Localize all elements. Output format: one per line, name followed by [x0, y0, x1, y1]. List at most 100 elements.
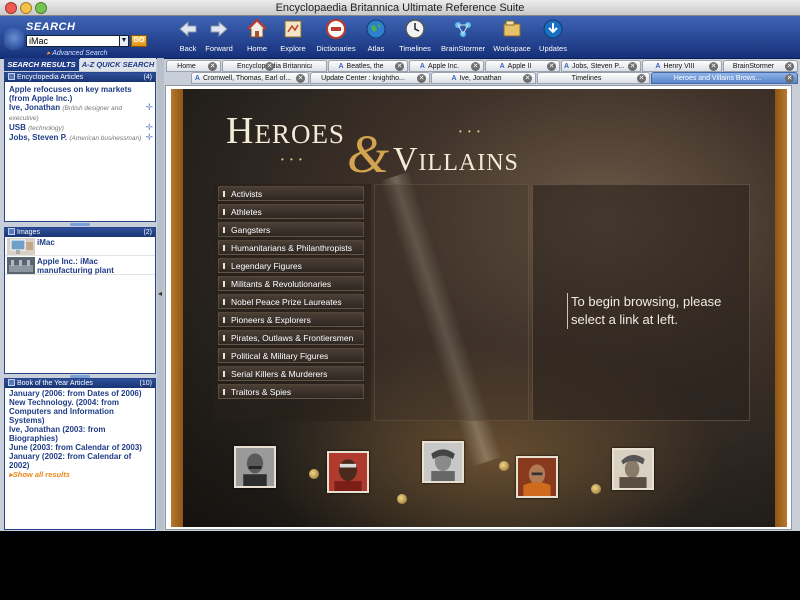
article-link[interactable]: USB: [9, 123, 26, 132]
yearbook-article-link[interactable]: January (2006: from Dates of 2006): [5, 389, 155, 398]
article-link[interactable]: Apple refocuses on key markets (from App…: [9, 85, 132, 103]
tab-ive-jonathan[interactable]: A Ive, Jonathan ✕: [431, 72, 536, 84]
yearbook-article-link[interactable]: New Technology. (2004: from Computers an…: [5, 398, 155, 425]
close-tab-icon[interactable]: ✕: [785, 62, 794, 71]
tab-update-center[interactable]: Update Center : knightho... ✕: [310, 72, 430, 84]
portrait-5[interactable]: [612, 448, 654, 490]
category-gangsters[interactable]: Gangsters: [218, 222, 364, 237]
tab-heroes-and-villains[interactable]: Heroes and Villains Brows... ✕: [651, 72, 798, 84]
imac-thumbnail[interactable]: [7, 238, 35, 255]
title-bar: Encyclopaedia Britannica Ultimate Refere…: [0, 0, 800, 16]
list-item[interactable]: Apple refocuses on key markets (from App…: [5, 85, 155, 103]
category-pioneers[interactable]: Pioneers & Explorers: [218, 312, 364, 327]
tab-search-results[interactable]: SEARCH RESULTS: [4, 58, 79, 71]
search-input[interactable]: [26, 35, 121, 47]
article-link[interactable]: Jobs, Steven P.: [9, 133, 67, 142]
result-count: (10): [139, 380, 152, 387]
tab-a-z-quick-search[interactable]: A-Z QUICK SEARCH: [80, 58, 156, 71]
category-pirates[interactable]: Pirates, Outlaws & Frontiersmen: [218, 330, 364, 345]
tab-timelines[interactable]: Timelines ✕: [537, 72, 650, 84]
go-button[interactable]: GO: [131, 35, 147, 47]
close-tab-icon[interactable]: ✕: [208, 62, 217, 71]
updates-label: Updates: [539, 44, 567, 53]
list-item[interactable]: USB (technology) ✛: [5, 123, 155, 133]
advanced-search-link[interactable]: ▸ Advanced Search: [47, 49, 107, 57]
image-caption[interactable]: Apple Inc.: iMac manufacturing plant: [37, 257, 147, 275]
image-row[interactable]: Apple Inc.: iMac manufacturing plant: [5, 256, 155, 275]
yearbook-article-link[interactable]: Ive, Jonathan (2003: from Biographies): [5, 425, 155, 443]
book-of-the-year-header[interactable]: Book of the Year Articles (10): [5, 379, 155, 388]
close-tab-icon[interactable]: ✕: [628, 62, 637, 71]
updates-button[interactable]: Updates: [531, 18, 575, 53]
zoom-window-button[interactable]: [35, 2, 47, 14]
portrait-3[interactable]: [422, 441, 464, 483]
article-link[interactable]: Ive, Jonathan: [9, 103, 60, 112]
close-tab-icon[interactable]: ✕: [547, 62, 556, 71]
close-tab-icon[interactable]: ✕: [709, 62, 718, 71]
tab-beatles[interactable]: A Beatles, the ✕: [328, 60, 408, 72]
close-tab-icon[interactable]: ✕: [395, 62, 404, 71]
tab-encyclopaedia-britannica[interactable]: Encyclopædia Britannica ✕: [222, 60, 327, 72]
panel-resize-handle[interactable]: [70, 223, 90, 226]
rivet: [591, 484, 601, 494]
category-nobel-laureates[interactable]: Nobel Peace Prize Laureates: [218, 294, 364, 309]
atlas-button[interactable]: Atlas: [354, 18, 398, 53]
tab-henry-viii[interactable]: A Henry VIII ✕: [642, 60, 722, 72]
workspace-button[interactable]: Workspace: [490, 18, 534, 53]
add-icon[interactable]: ✛: [145, 123, 153, 132]
category-traitors-spies[interactable]: Traitors & Spies: [218, 384, 364, 399]
category-serial-killers[interactable]: Serial Killers & Murderers: [218, 366, 364, 381]
explore-button[interactable]: Explore: [271, 18, 315, 53]
close-tab-icon[interactable]: ✕: [417, 74, 426, 83]
images-panel: Images (2) iMac Apple Inc.: iMac manufact…: [4, 227, 156, 374]
collapse-arrow-icon[interactable]: ◂: [158, 289, 162, 298]
tab-apple-inc[interactable]: A Apple Inc. ✕: [409, 60, 484, 72]
category-athletes[interactable]: Athletes: [218, 204, 364, 219]
close-tab-icon[interactable]: ✕: [785, 74, 794, 83]
workspace-label: Workspace: [493, 44, 531, 53]
list-item[interactable]: Jobs, Steven P. (American businessman) ✛: [5, 133, 155, 143]
collapse-icon: [8, 379, 15, 386]
image-row[interactable]: iMac: [5, 237, 155, 256]
portrait-4[interactable]: [516, 456, 558, 498]
category-legendary-figures[interactable]: Legendary Figures: [218, 258, 364, 273]
tab-jobs-steven[interactable]: A Jobs, Steven P... ✕: [561, 60, 641, 72]
add-icon[interactable]: ✛: [145, 103, 153, 112]
tab-cromwell-thomas[interactable]: A Cromwell, Thomas, Earl of... ✕: [191, 72, 309, 84]
close-tab-icon[interactable]: ✕: [471, 62, 480, 71]
yearbook-article-link[interactable]: June (2003: from Calendar of 2003): [5, 443, 155, 452]
minimize-window-button[interactable]: [20, 2, 32, 14]
close-tab-icon[interactable]: ✕: [265, 62, 274, 71]
category-militants[interactable]: Militants & Revolutionaries: [218, 276, 364, 291]
show-all-label: Show all results: [12, 470, 70, 479]
portrait-1[interactable]: [234, 446, 276, 488]
tab-apple-ii[interactable]: A Apple II ✕: [485, 60, 560, 72]
close-window-button[interactable]: [5, 2, 17, 14]
close-tab-icon[interactable]: ✕: [523, 74, 532, 83]
pane-splitter[interactable]: ◂: [157, 58, 164, 530]
tab-label: Apple Inc.: [427, 63, 460, 70]
images-header[interactable]: Images (2): [5, 228, 155, 237]
category-political-military[interactable]: Political & Military Figures: [218, 348, 364, 363]
dictionaries-label: Dictionaries: [316, 44, 356, 53]
explore-icon: [282, 18, 304, 42]
add-icon[interactable]: ✛: [145, 133, 153, 142]
list-item[interactable]: Ive, Jonathan (British designer and exec…: [5, 103, 155, 123]
category-humanitarians[interactable]: Humanitarians & Philanthropists: [218, 240, 364, 255]
timelines-button[interactable]: Timelines: [393, 18, 437, 53]
factory-thumbnail[interactable]: [7, 257, 35, 274]
portrait-2[interactable]: [327, 451, 369, 493]
close-tab-icon[interactable]: ✕: [296, 74, 305, 83]
yearbook-article-link[interactable]: January (2002: from Calendar of 2002): [5, 452, 155, 470]
image-caption[interactable]: iMac: [37, 238, 55, 247]
show-all-results-link[interactable]: ▸Show all results: [5, 470, 155, 479]
brainstormer-button[interactable]: BrainStormer: [441, 18, 485, 53]
close-tab-icon[interactable]: ✕: [637, 74, 646, 83]
search-history-dropdown[interactable]: ▼: [119, 35, 129, 47]
encyclopedia-articles-header[interactable]: Encyclopedia Articles (4): [5, 73, 155, 82]
tab-brainstormer[interactable]: BrainStormer ✕: [723, 60, 798, 72]
tab-home[interactable]: Home ✕: [166, 60, 221, 72]
dictionaries-button[interactable]: Dictionaries: [314, 18, 358, 53]
category-activists[interactable]: Activists: [218, 186, 364, 201]
collapse-icon: [8, 228, 15, 235]
